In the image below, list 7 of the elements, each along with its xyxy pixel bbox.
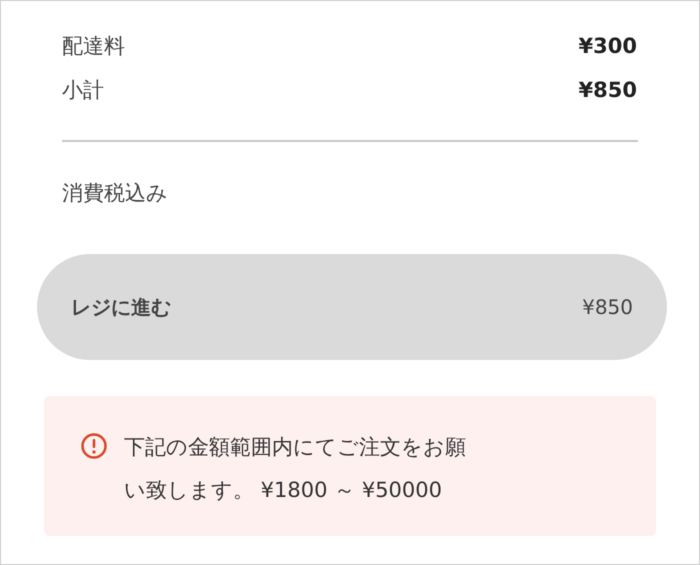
row-value: ¥300 bbox=[578, 33, 637, 60]
tax-note: 消費税込み bbox=[62, 180, 168, 207]
warning-icon bbox=[80, 432, 108, 460]
row-label: 小計 bbox=[62, 76, 104, 104]
alert-message: 下記の金額範囲内にてご注文をお願い致します。 ¥1800 ～ ¥50000 bbox=[124, 434, 467, 504]
row-value: ¥850 bbox=[578, 76, 637, 104]
row-label: 配達料 bbox=[62, 33, 125, 60]
